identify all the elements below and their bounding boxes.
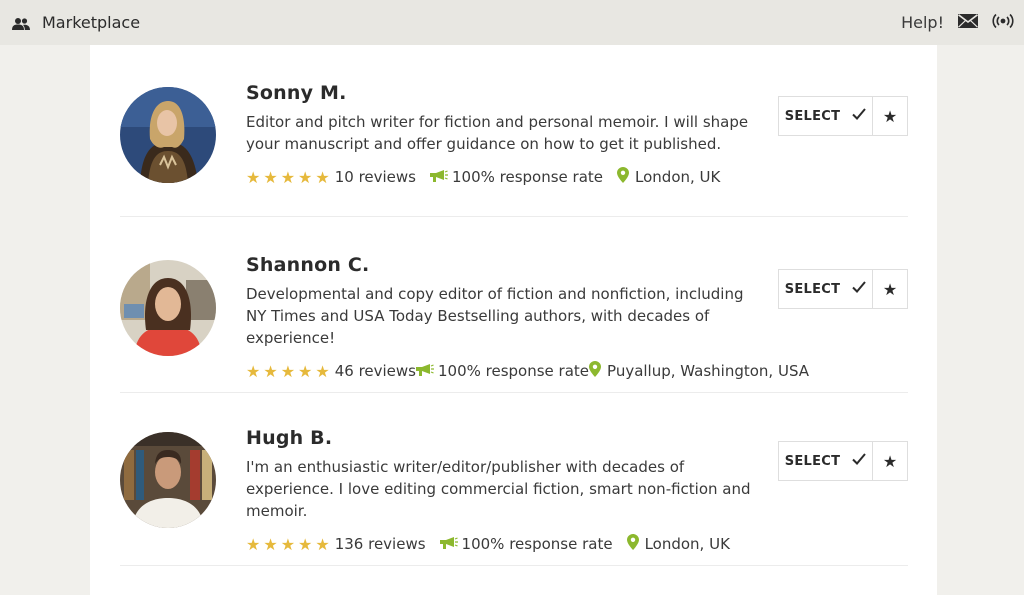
- checkmark-icon: [852, 453, 867, 469]
- megaphone-icon: [430, 168, 448, 186]
- checkmark-icon: [852, 281, 867, 297]
- brand[interactable]: Marketplace: [12, 13, 140, 32]
- favorite-star-icon[interactable]: ★: [873, 269, 908, 309]
- favorite-star-icon[interactable]: ★: [873, 96, 908, 136]
- select-label: SELECT: [784, 108, 841, 124]
- editor-card: Hugh B. I'm an enthusiastic writer/edito…: [120, 394, 908, 566]
- editor-name[interactable]: Shannon C.: [246, 253, 766, 277]
- select-button[interactable]: SELECT: [778, 269, 873, 309]
- star-icon: ★: [246, 167, 261, 187]
- location-pin-icon: [617, 167, 630, 187]
- editor-card: Shannon C. Developmental and copy editor…: [120, 221, 908, 393]
- favorite-star-icon[interactable]: ★: [873, 441, 908, 481]
- location-pin-icon: [589, 361, 602, 381]
- star-icon: ★: [315, 167, 330, 187]
- review-count[interactable]: 46 reviews: [335, 362, 416, 380]
- review-count[interactable]: 136 reviews: [335, 535, 426, 553]
- editor-description: Developmental and copy editor of fiction…: [246, 285, 744, 347]
- users-icon: [12, 16, 30, 30]
- response-rate: 100% response rate: [461, 535, 613, 553]
- response-rate: 100% response rate: [438, 362, 590, 380]
- editor-meta: ★ ★ ★ ★ ★ 136 reviews 100% response rate Lon…: [246, 534, 766, 554]
- megaphone-icon: [439, 535, 458, 553]
- editor-name[interactable]: Hugh B.: [246, 426, 766, 450]
- star-icon: ★: [263, 534, 278, 554]
- star-icon: ★: [298, 361, 313, 381]
- star-icon: ★: [263, 167, 278, 187]
- review-count[interactable]: 10 reviews: [335, 168, 416, 186]
- editor-meta: ★ ★ ★ ★ ★ 46 reviews 100% response rate Puya…: [246, 361, 809, 381]
- editor-card: Sonny M. Editor and pitch writer for fic…: [120, 45, 908, 217]
- select-label: SELECT: [784, 453, 841, 469]
- megaphone-icon: [416, 362, 434, 380]
- star-icon: ★: [280, 534, 296, 554]
- select-label: SELECT: [784, 281, 841, 297]
- star-icon: ★: [280, 167, 296, 187]
- select-button[interactable]: SELECT: [778, 96, 873, 136]
- editor-location: London, UK: [644, 535, 730, 553]
- select-button[interactable]: SELECT: [778, 441, 873, 481]
- avatar[interactable]: [120, 260, 216, 356]
- editor-description: Editor and pitch writer for fiction and …: [246, 113, 749, 153]
- top-bar: Marketplace Help!: [0, 0, 1024, 45]
- help-link[interactable]: Help!: [901, 13, 944, 32]
- star-icon: ★: [263, 361, 278, 381]
- rating-stars: ★ ★ ★ ★ ★: [246, 362, 330, 381]
- rating-stars: ★ ★ ★ ★ ★: [246, 168, 330, 187]
- brand-label: Marketplace: [42, 13, 141, 32]
- avatar[interactable]: [120, 432, 216, 528]
- response-rate: 100% response rate: [452, 168, 604, 186]
- star-icon: ★: [280, 361, 296, 381]
- editor-name[interactable]: Sonny M.: [246, 81, 766, 105]
- star-icon: ★: [246, 534, 261, 554]
- editor-description: I'm an enthusiastic writer/editor/publis…: [246, 458, 751, 520]
- star-icon: ★: [246, 361, 261, 381]
- editor-meta: ★ ★ ★ ★ ★ 10 reviews 100% response rate Lond…: [246, 167, 766, 187]
- broadcast-icon[interactable]: [992, 13, 1014, 33]
- editor-location: Puyallup, Washington, USA: [607, 362, 810, 380]
- star-icon: ★: [315, 361, 330, 381]
- editor-list: Sonny M. Editor and pitch writer for fic…: [90, 45, 937, 595]
- star-icon: ★: [298, 167, 313, 187]
- editor-location: London, UK: [635, 168, 721, 186]
- rating-stars: ★ ★ ★ ★ ★: [246, 535, 330, 554]
- mail-icon[interactable]: [958, 13, 978, 32]
- checkmark-icon: [852, 108, 867, 124]
- location-pin-icon: [626, 534, 639, 554]
- star-icon: ★: [298, 534, 313, 554]
- avatar[interactable]: [120, 87, 216, 183]
- star-icon: ★: [315, 534, 330, 554]
